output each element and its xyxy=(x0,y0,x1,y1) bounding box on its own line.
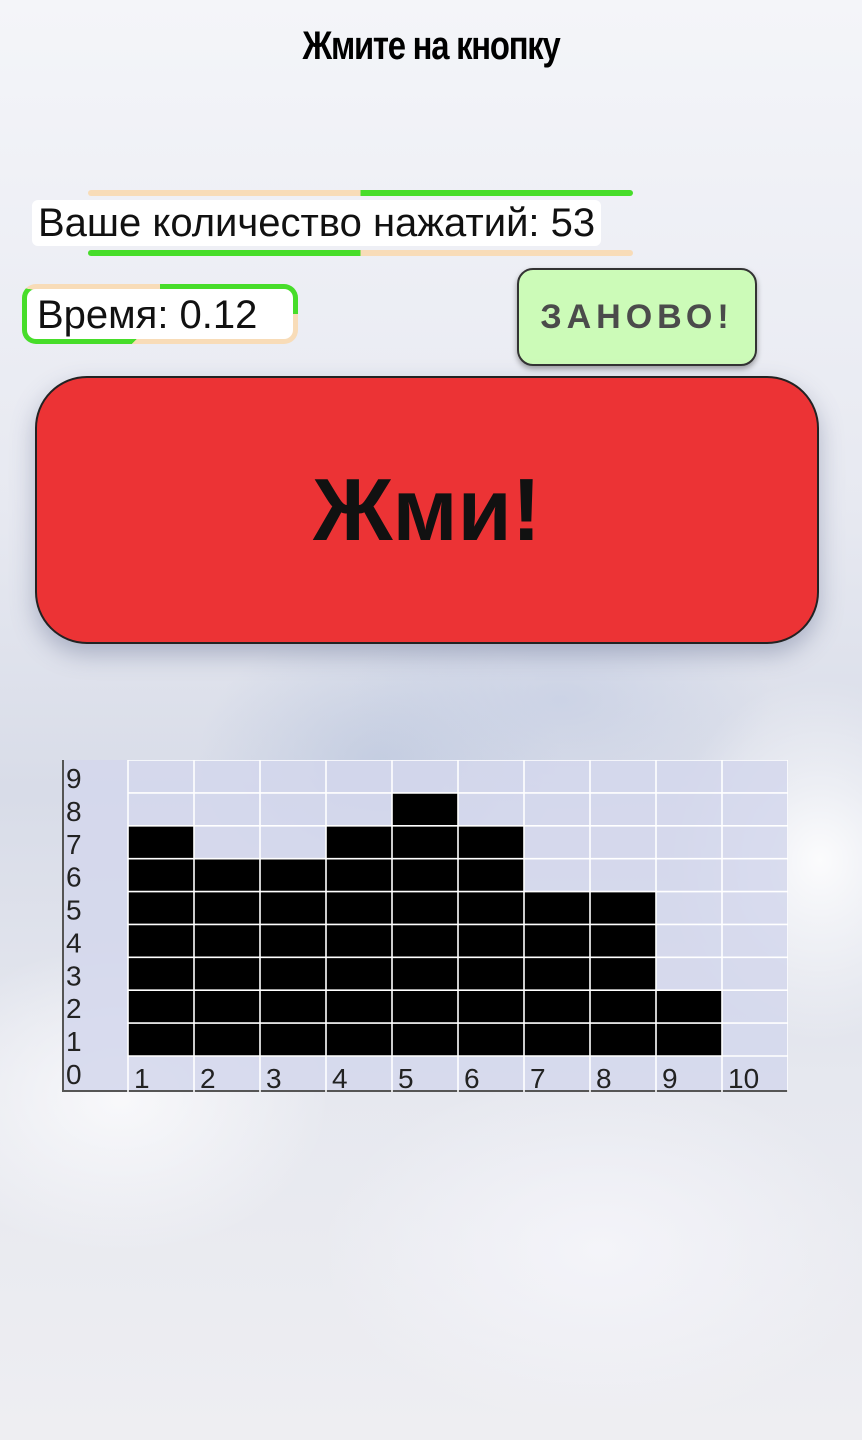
press-histogram-chart: 01234567891 2 3 4 5 6 7 8 9 10 xyxy=(62,760,788,1092)
x-tick-label: 6 xyxy=(464,1063,480,1092)
timer-display: Время: 0.12 xyxy=(22,284,298,344)
press-button[interactable]: Жми! xyxy=(35,376,819,644)
x-tick-label: 4 xyxy=(332,1063,348,1092)
count-progress-top xyxy=(88,190,633,196)
y-tick-label: 9 xyxy=(66,763,82,794)
page-title: Жмите на кнопку xyxy=(302,24,561,68)
x-tick-label: 3 xyxy=(266,1063,282,1092)
y-tick-label: 4 xyxy=(66,927,82,958)
y-tick-label: 2 xyxy=(66,993,82,1024)
x-tick-label: 8 xyxy=(596,1063,612,1092)
y-tick-label: 1 xyxy=(66,1026,82,1057)
bar-4 xyxy=(326,825,392,1056)
x-tick-label: 2 xyxy=(200,1063,216,1092)
x-tick-label: 1 xyxy=(134,1063,150,1092)
y-tick-label: 8 xyxy=(66,796,82,827)
y-tick-label: 6 xyxy=(66,862,82,893)
x-tick-label: 10 xyxy=(728,1063,759,1092)
bar-6 xyxy=(458,825,524,1056)
press-count-label: Ваше количество нажатий: 53 xyxy=(32,200,602,246)
y-tick-label: 3 xyxy=(66,960,82,991)
count-progress-bottom xyxy=(88,250,633,256)
y-tick-label: 0 xyxy=(66,1059,82,1090)
timer-label: Время: 0.12 xyxy=(37,293,258,337)
x-tick-label: 7 xyxy=(530,1063,546,1092)
restart-button[interactable]: ЗАНОВО! xyxy=(517,268,757,366)
press-count-display: Ваше количество нажатий: 53 xyxy=(32,190,692,256)
bar-1 xyxy=(128,825,194,1056)
bar-8 xyxy=(590,891,656,1056)
y-tick-label: 5 xyxy=(66,895,82,926)
x-tick-label: 5 xyxy=(398,1063,414,1092)
y-tick-label: 7 xyxy=(66,829,82,860)
x-tick-label: 9 xyxy=(662,1063,678,1092)
bar-7 xyxy=(524,891,590,1056)
